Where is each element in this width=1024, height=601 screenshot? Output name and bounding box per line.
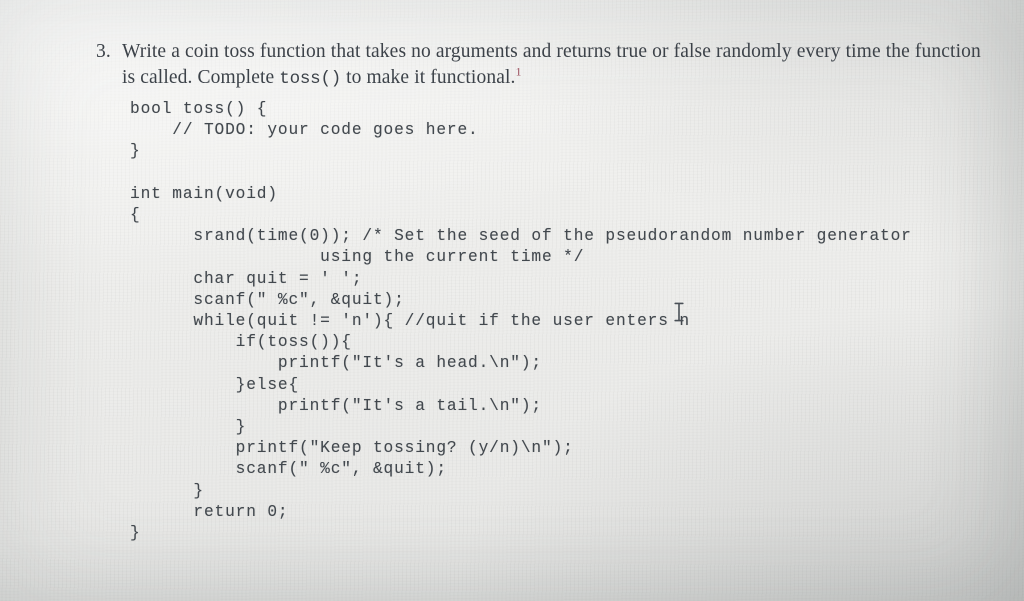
- document-content: 3. Write a coin toss function that takes…: [0, 0, 1024, 601]
- question-text-after-code: to make it functional.: [341, 67, 516, 88]
- footnote-marker: 1: [515, 64, 522, 79]
- question-inline-code: toss(): [279, 69, 342, 89]
- question-row: 3. Write a coin toss function that takes…: [96, 39, 996, 92]
- question-text-before-code: Write a coin toss function that takes no…: [122, 41, 981, 88]
- paper-page: 3. Write a coin toss function that takes…: [0, 0, 1024, 601]
- question-text: Write a coin toss function that takes no…: [122, 39, 996, 92]
- question-block: 3. Write a coin toss function that takes…: [96, 39, 996, 92]
- question-number: 3.: [96, 41, 111, 62]
- code-listing: bool toss() { // TODO: your code goes he…: [130, 100, 912, 543]
